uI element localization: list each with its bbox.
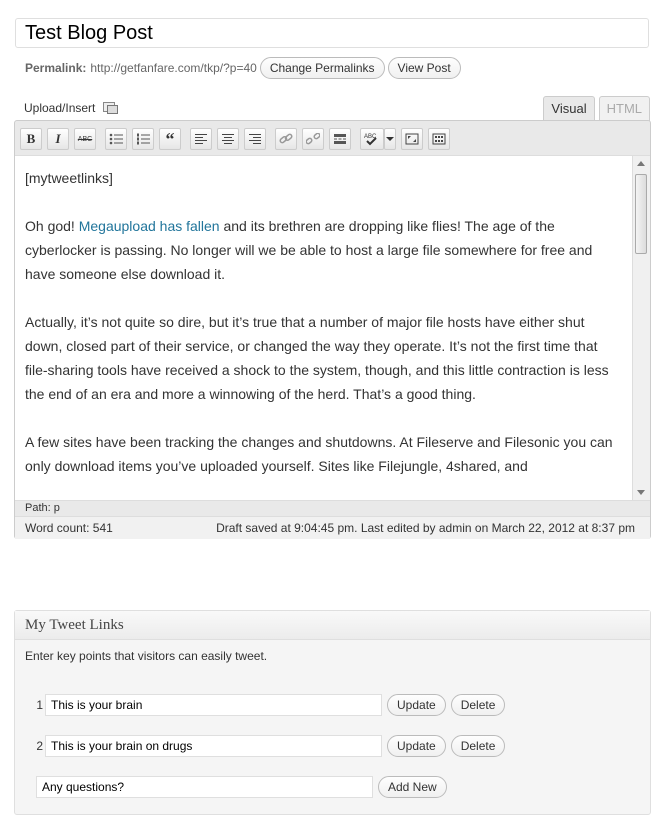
editor-content[interactable]: [mytweetlinks] Oh god! Megaupload has fa… xyxy=(15,155,650,501)
insert-link-icon[interactable] xyxy=(275,128,297,150)
post-editor: B I ABC “ ABC [mytweetlinks] Oh god! Meg… xyxy=(14,120,651,539)
align-left-icon[interactable] xyxy=(190,128,212,150)
path-element[interactable]: p xyxy=(54,502,60,514)
draft-status: Draft saved at 9:04:45 pm. Last edited b… xyxy=(216,521,635,535)
post-title-input[interactable] xyxy=(15,18,649,48)
paragraph-1: Oh god! Megaupload has fallen and its br… xyxy=(25,218,593,282)
tweet-link-number: 2 xyxy=(36,739,43,753)
megaupload-link[interactable]: Megaupload has fallen xyxy=(79,218,220,234)
editor-scrollbar[interactable] xyxy=(632,156,650,500)
word-count: Word count: 541 xyxy=(25,521,113,535)
editor-path: Path: p xyxy=(25,502,60,514)
delete-button[interactable]: Delete xyxy=(450,735,506,757)
new-tweet-link-field[interactable] xyxy=(36,776,373,798)
new-tweet-link-row: Add New xyxy=(36,776,447,798)
numbered-list-icon[interactable] xyxy=(132,128,154,150)
add-new-button[interactable]: Add New xyxy=(378,776,447,798)
delete-button[interactable]: Delete xyxy=(450,694,506,716)
view-post-button[interactable]: View Post xyxy=(387,57,461,79)
upload-insert-label: Upload/Insert xyxy=(24,101,96,115)
insert-more-icon[interactable] xyxy=(329,128,351,150)
unlink-icon[interactable] xyxy=(302,128,324,150)
bullet-list-icon[interactable] xyxy=(105,128,127,150)
strikethrough-button[interactable]: ABC xyxy=(74,128,96,150)
post-body: [mytweetlinks] Oh god! Megaupload has fa… xyxy=(25,166,615,500)
tweet-link-row: 1 Update Delete xyxy=(35,694,506,716)
align-right-icon[interactable] xyxy=(244,128,266,150)
scroll-down-arrow-icon[interactable] xyxy=(637,490,645,495)
paragraph-2: Actually, it’s not quite so dire, but it… xyxy=(25,314,609,402)
bold-button[interactable]: B xyxy=(20,128,42,150)
scroll-up-arrow-icon[interactable] xyxy=(637,161,645,166)
fullscreen-icon[interactable] xyxy=(401,128,423,150)
tweet-link-row: 2 Update Delete xyxy=(35,735,506,757)
update-button[interactable]: Update xyxy=(387,735,446,757)
tweet-link-field[interactable] xyxy=(45,694,382,716)
tweet-link-field[interactable] xyxy=(45,735,382,757)
permalink-label: Permalink: xyxy=(25,61,87,75)
shortcode-paragraph: [mytweetlinks] xyxy=(25,170,113,186)
editor-statusbar: Word count: 541 Draft saved at 9:04:45 p… xyxy=(15,516,650,539)
italic-button[interactable]: I xyxy=(47,128,69,150)
paragraph-3: A few sites have been tracking the chang… xyxy=(25,434,613,474)
spellcheck-icon[interactable]: ABC xyxy=(360,128,384,150)
kitchen-sink-icon[interactable] xyxy=(428,128,450,150)
tweet-links-box: My Tweet Links Enter key points that vis… xyxy=(14,610,651,815)
tab-html[interactable]: HTML xyxy=(598,96,650,121)
change-permalinks-button[interactable]: Change Permalinks xyxy=(259,57,385,79)
upload-insert[interactable]: Upload/Insert xyxy=(24,101,119,115)
tweet-links-description: Enter key points that visitors can easil… xyxy=(25,649,268,663)
permalink-url[interactable]: http://getfanfare.com/tkp/?p=40 xyxy=(90,61,256,75)
tweet-link-number: 1 xyxy=(36,698,43,712)
update-button[interactable]: Update xyxy=(387,694,446,716)
editor-tabs: Visual HTML xyxy=(539,96,650,121)
editor-toolbar: B I ABC “ ABC xyxy=(20,125,455,153)
spellcheck-dropdown-icon[interactable] xyxy=(384,128,396,150)
permalink-row: Permalink: http://getfanfare.com/tkp/?p=… xyxy=(25,56,461,80)
tweet-links-heading[interactable]: My Tweet Links xyxy=(15,611,650,640)
blockquote-icon[interactable]: “ xyxy=(159,128,181,150)
scroll-thumb[interactable] xyxy=(635,174,647,254)
add-media-icon[interactable] xyxy=(103,102,119,114)
align-center-icon[interactable] xyxy=(217,128,239,150)
tab-visual[interactable]: Visual xyxy=(543,96,595,121)
